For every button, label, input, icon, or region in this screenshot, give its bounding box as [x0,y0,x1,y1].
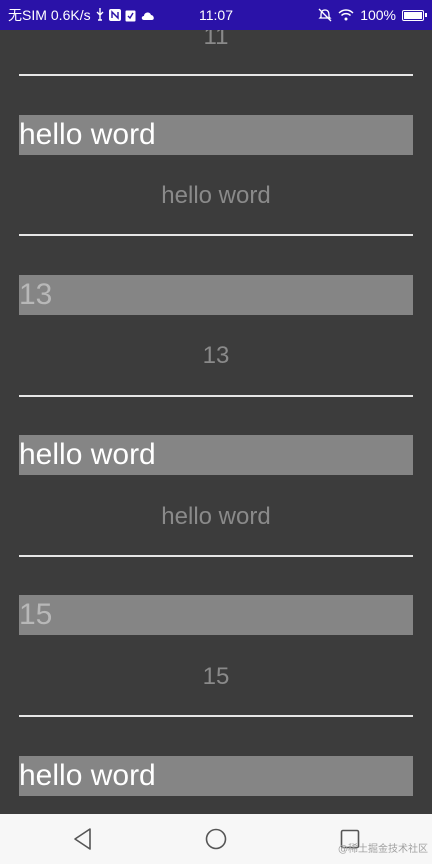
scroll-list[interactable]: 11 hello word hello word 13 13 hello wor… [0,0,432,814]
mute-icon [318,8,332,22]
network-speed: 0.6K/s [50,7,91,23]
back-icon[interactable] [70,826,96,852]
home-icon[interactable] [203,826,229,852]
battery-percent: 100% [360,7,396,23]
navigation-bar: @稀土掘金技术社区 [0,814,432,864]
phone-screen: 11 hello word hello word 13 13 hello wor… [0,0,432,864]
list-item-center: hello word [161,503,271,530]
divider [19,395,413,397]
nfc-icon [108,9,121,21]
usb-icon [95,8,105,22]
list-item-band[interactable]: hello word [19,756,413,796]
battery-icon [402,9,427,21]
divider [19,234,413,236]
list-item-center: 13 [202,342,230,369]
list-item-band[interactable]: hello word [19,115,413,155]
list-item-center: hello word [161,182,271,209]
list-item-band[interactable]: 13 [19,275,413,315]
list-item-center: 15 [202,663,230,690]
carrier-label: 无SIM [8,7,47,23]
clipboard-icon [125,9,136,22]
divider [19,74,413,76]
divider [19,715,413,717]
list-item-band[interactable]: 15 [19,595,413,635]
cloud-icon [140,10,156,21]
clock: 11:07 [199,7,233,23]
wifi-icon [338,9,354,21]
status-bar: 无SIM 0.6K/s 11:07 100% [0,0,432,30]
watermark: @稀土掘金技术社区 [338,844,428,855]
divider [19,555,413,557]
list-item-band[interactable]: hello word [19,435,413,475]
